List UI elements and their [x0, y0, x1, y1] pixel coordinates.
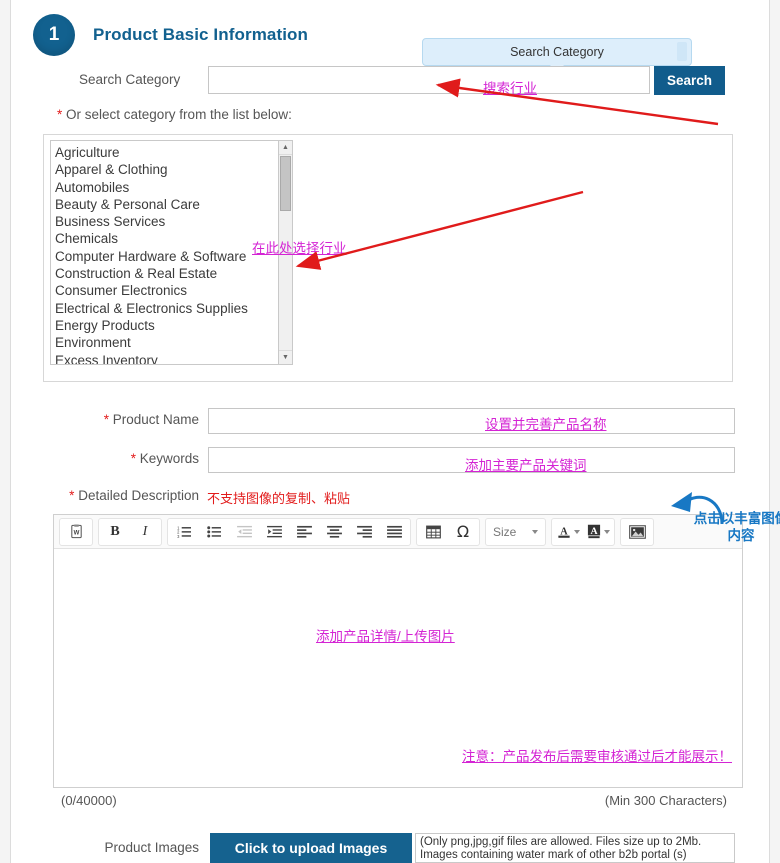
annotation-select-category: 在此处选择行业: [252, 241, 347, 256]
decrease-indent-icon[interactable]: [229, 520, 259, 544]
toolbar-group-insert: Ω: [416, 517, 480, 546]
special-character-icon[interactable]: Ω: [448, 520, 478, 544]
step-badge: 1: [33, 14, 75, 56]
annotation-keywords: 添加主要产品关键词: [465, 458, 587, 473]
product-name-input[interactable]: 设置并完善产品名称: [208, 408, 735, 434]
annotation-click-to-enrich-images: 点击以丰富图像内容: [693, 511, 780, 543]
page-container: 1 Product Basic Information Search Categ…: [10, 0, 780, 863]
table-icon[interactable]: [418, 520, 448, 544]
toolbar-group-size: Size: [485, 517, 547, 546]
align-right-icon[interactable]: [349, 520, 379, 544]
image-icon[interactable]: [622, 520, 652, 544]
background-color-button[interactable]: A: [583, 520, 613, 544]
product-images-row: Product Images Click to upload Images (O…: [11, 833, 771, 863]
list-item[interactable]: Environment: [55, 334, 278, 351]
list-item[interactable]: Consumer Electronics: [55, 282, 278, 299]
toolbar-group-paste: W: [59, 517, 93, 546]
editor-body[interactable]: 添加产品详情/上传图片 注意：产品发布后需要审核通过后才能展示！: [54, 549, 742, 787]
svg-text:A: A: [590, 526, 598, 537]
list-item[interactable]: Computer Hardware & Software: [55, 248, 278, 265]
list-item[interactable]: Chemicals: [55, 230, 278, 247]
annotation-product-name: 设置并完善产品名称: [485, 417, 607, 432]
search-category-tooltip: Search Category: [422, 38, 692, 74]
toolbar-group-style: B I: [98, 517, 162, 546]
increase-indent-icon[interactable]: [259, 520, 289, 544]
or-select-category-text: Or select category from the list below:: [62, 107, 292, 122]
detailed-description-label: * Detailed Description: [29, 488, 199, 503]
detailed-description-text: Detailed Description: [74, 488, 199, 503]
toolbar-group-paragraph: 123: [167, 517, 411, 546]
keywords-input[interactable]: 添加主要产品关键词: [208, 447, 735, 473]
annotation-add-product-detail: 添加产品详情/上传图片: [316, 629, 455, 644]
toolbar-group-image: [620, 517, 655, 546]
annotation-review-warning: 注意：产品发布后需要审核通过后才能展示！: [462, 749, 732, 764]
product-images-label: Product Images: [104, 840, 199, 855]
scroll-down-icon[interactable]: ▼: [279, 350, 292, 364]
align-center-icon[interactable]: [319, 520, 349, 544]
italic-button[interactable]: I: [130, 520, 160, 544]
category-listbox[interactable]: Agriculture Apparel & Clothing Automobil…: [50, 140, 278, 365]
editor-toolbar: W B I 123 Ω Size A A: [54, 515, 742, 549]
product-name-text: Product Name: [108, 412, 199, 427]
upload-restrictions-note: (Only png,jpg,gif files are allowed. Fil…: [415, 833, 735, 863]
chevron-down-icon: [603, 529, 610, 534]
annotation-search-category: 搜索行业: [483, 81, 537, 96]
list-item[interactable]: Automobiles: [55, 179, 278, 196]
list-item[interactable]: Electrical & Electronics Supplies: [55, 300, 278, 317]
section-header: 1 Product Basic Information: [33, 14, 308, 56]
search-category-label: Search Category: [79, 72, 181, 87]
list-item[interactable]: Excess Inventory: [55, 352, 278, 364]
or-select-category-label: * Or select category from the list below…: [57, 107, 292, 122]
rich-text-editor: W B I 123 Ω Size A A 添加产品详情/上传图片 注意：产品发布…: [53, 514, 743, 788]
category-panel: Agriculture Apparel & Clothing Automobil…: [43, 134, 733, 382]
numbered-list-icon[interactable]: 123: [169, 520, 199, 544]
scroll-up-icon[interactable]: ▲: [279, 141, 292, 155]
list-item[interactable]: Construction & Real Estate: [55, 265, 278, 282]
upload-images-button[interactable]: Click to upload Images: [210, 833, 412, 863]
font-size-dropdown[interactable]: Size: [487, 520, 544, 544]
annotation-no-image-paste: 不支持图像的复制、粘贴: [207, 491, 351, 506]
chevron-down-icon: [532, 529, 539, 534]
keywords-text: Keywords: [135, 451, 199, 466]
keywords-row: * Keywords 添加主要产品关键词: [11, 447, 771, 473]
search-category-row: Search Category 搜索行业 Search: [11, 66, 771, 96]
tooltip-nub: [677, 42, 687, 61]
list-item[interactable]: Business Services: [55, 213, 278, 230]
text-color-button[interactable]: A: [553, 520, 583, 544]
chevron-down-icon: [573, 529, 580, 534]
align-justify-icon[interactable]: [379, 520, 409, 544]
font-size-label: Size: [493, 524, 517, 539]
list-item[interactable]: Agriculture: [55, 144, 278, 161]
min-characters-hint: (Min 300 Characters): [604, 793, 727, 808]
align-left-icon[interactable]: [289, 520, 319, 544]
character-counter: (0/40000): [61, 793, 117, 808]
keywords-label: * Keywords: [59, 451, 199, 466]
page-title: Product Basic Information: [93, 25, 309, 44]
paste-from-word-icon[interactable]: W: [61, 520, 91, 544]
toolbar-group-color: A A: [551, 517, 616, 546]
search-button[interactable]: Search: [654, 66, 725, 95]
product-name-row: * Product Name 设置并完善产品名称: [11, 408, 771, 434]
list-item[interactable]: Apparel & Clothing: [55, 161, 278, 178]
list-item[interactable]: Energy Products: [55, 317, 278, 334]
svg-text:3: 3: [177, 534, 180, 538]
product-name-label: * Product Name: [59, 412, 199, 427]
bulleted-list-icon[interactable]: [199, 520, 229, 544]
bold-button[interactable]: B: [100, 520, 130, 544]
category-list: Agriculture Apparel & Clothing Automobil…: [51, 141, 278, 364]
scrollbar-thumb[interactable]: [280, 156, 291, 211]
svg-text:W: W: [73, 529, 79, 536]
search-category-input[interactable]: 搜索行业: [208, 66, 650, 96]
list-item[interactable]: Beauty & Personal Care: [55, 196, 278, 213]
tooltip-label: Search Category: [510, 45, 604, 59]
